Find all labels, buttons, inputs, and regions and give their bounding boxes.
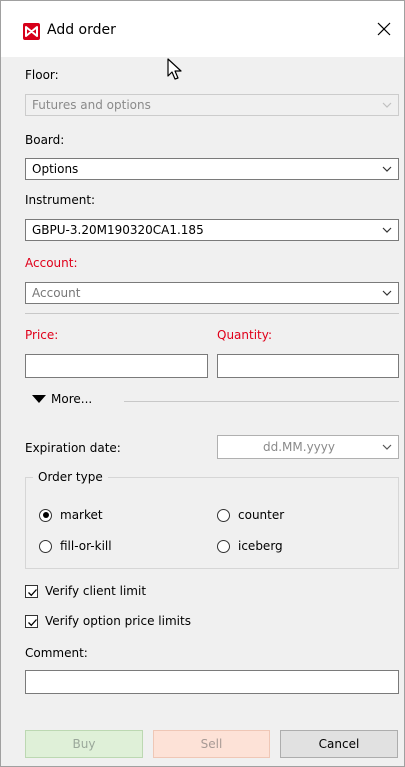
account-select[interactable]: Account [25, 282, 399, 304]
buy-button[interactable]: Buy [25, 730, 143, 758]
checkbox-checked-icon [25, 614, 38, 628]
instrument-label: Instrument: [25, 193, 96, 207]
verify-client-limit-checkbox[interactable]: Verify client limit [25, 584, 146, 598]
quantity-input[interactable] [217, 354, 399, 378]
expiration-date-placeholder: dd.MM.yyyy [263, 440, 335, 454]
title-bar: Add order [1, 1, 404, 57]
account-label: Account: [25, 256, 78, 270]
board-value: Options [32, 162, 79, 176]
more-divider [124, 401, 399, 402]
floor-value: Futures and options [32, 98, 151, 112]
radio-market-label: market [60, 508, 103, 522]
price-input[interactable] [25, 354, 208, 378]
divider [25, 313, 399, 314]
order-type-group [25, 477, 399, 569]
radio-selected-icon [39, 508, 52, 522]
comment-input[interactable] [25, 670, 399, 694]
board-select[interactable]: Options [25, 158, 399, 180]
radio-counter-label: counter [238, 508, 285, 522]
sell-button[interactable]: Sell [153, 730, 270, 758]
chevron-down-icon [382, 444, 392, 450]
checkbox-checked-icon [25, 584, 38, 598]
floor-label: Floor: [25, 68, 59, 82]
expand-triangle-icon [32, 395, 46, 403]
more-label: More... [51, 392, 93, 406]
verify-option-price-limits-checkbox[interactable]: Verify option price limits [25, 614, 191, 628]
price-label: Price: [25, 328, 59, 342]
radio-iceberg[interactable]: iceberg [217, 539, 283, 553]
verify-client-limit-label: Verify client limit [45, 584, 147, 598]
close-button[interactable] [364, 9, 404, 49]
order-app-icon [23, 23, 40, 40]
expiration-date-label: Expiration date: [25, 441, 121, 455]
chevron-down-icon [382, 227, 392, 233]
chevron-down-icon [382, 290, 392, 296]
radio-fill-or-kill-label: fill-or-kill [60, 539, 112, 553]
verify-option-price-limits-label: Verify option price limits [45, 614, 191, 628]
radio-unselected-icon [217, 508, 230, 522]
radio-fill-or-kill[interactable]: fill-or-kill [39, 539, 112, 553]
radio-market[interactable]: market [39, 508, 103, 522]
radio-unselected-icon [39, 539, 52, 553]
chevron-down-icon [382, 102, 392, 108]
quantity-label: Quantity: [217, 328, 273, 342]
close-icon [377, 22, 391, 36]
chevron-down-icon [382, 166, 392, 172]
cancel-button[interactable]: Cancel [280, 730, 398, 758]
radio-iceberg-label: iceberg [238, 539, 283, 553]
radio-counter[interactable]: counter [217, 508, 284, 522]
order-type-title: Order type [33, 470, 108, 484]
comment-label: Comment: [25, 646, 88, 660]
expiration-date-picker[interactable]: dd.MM.yyyy [217, 435, 399, 459]
board-label: Board: [25, 133, 65, 147]
window-title: Add order [47, 22, 116, 38]
instrument-select[interactable]: GBPU-3.20M190320CA1.185 [25, 219, 399, 241]
radio-unselected-icon [217, 539, 230, 553]
account-placeholder: Account [32, 286, 81, 300]
floor-select[interactable]: Futures and options [25, 94, 399, 116]
mouse-cursor-icon [167, 58, 182, 80]
instrument-value: GBPU-3.20M190320CA1.185 [32, 223, 204, 237]
more-expander[interactable]: More... [32, 392, 92, 406]
